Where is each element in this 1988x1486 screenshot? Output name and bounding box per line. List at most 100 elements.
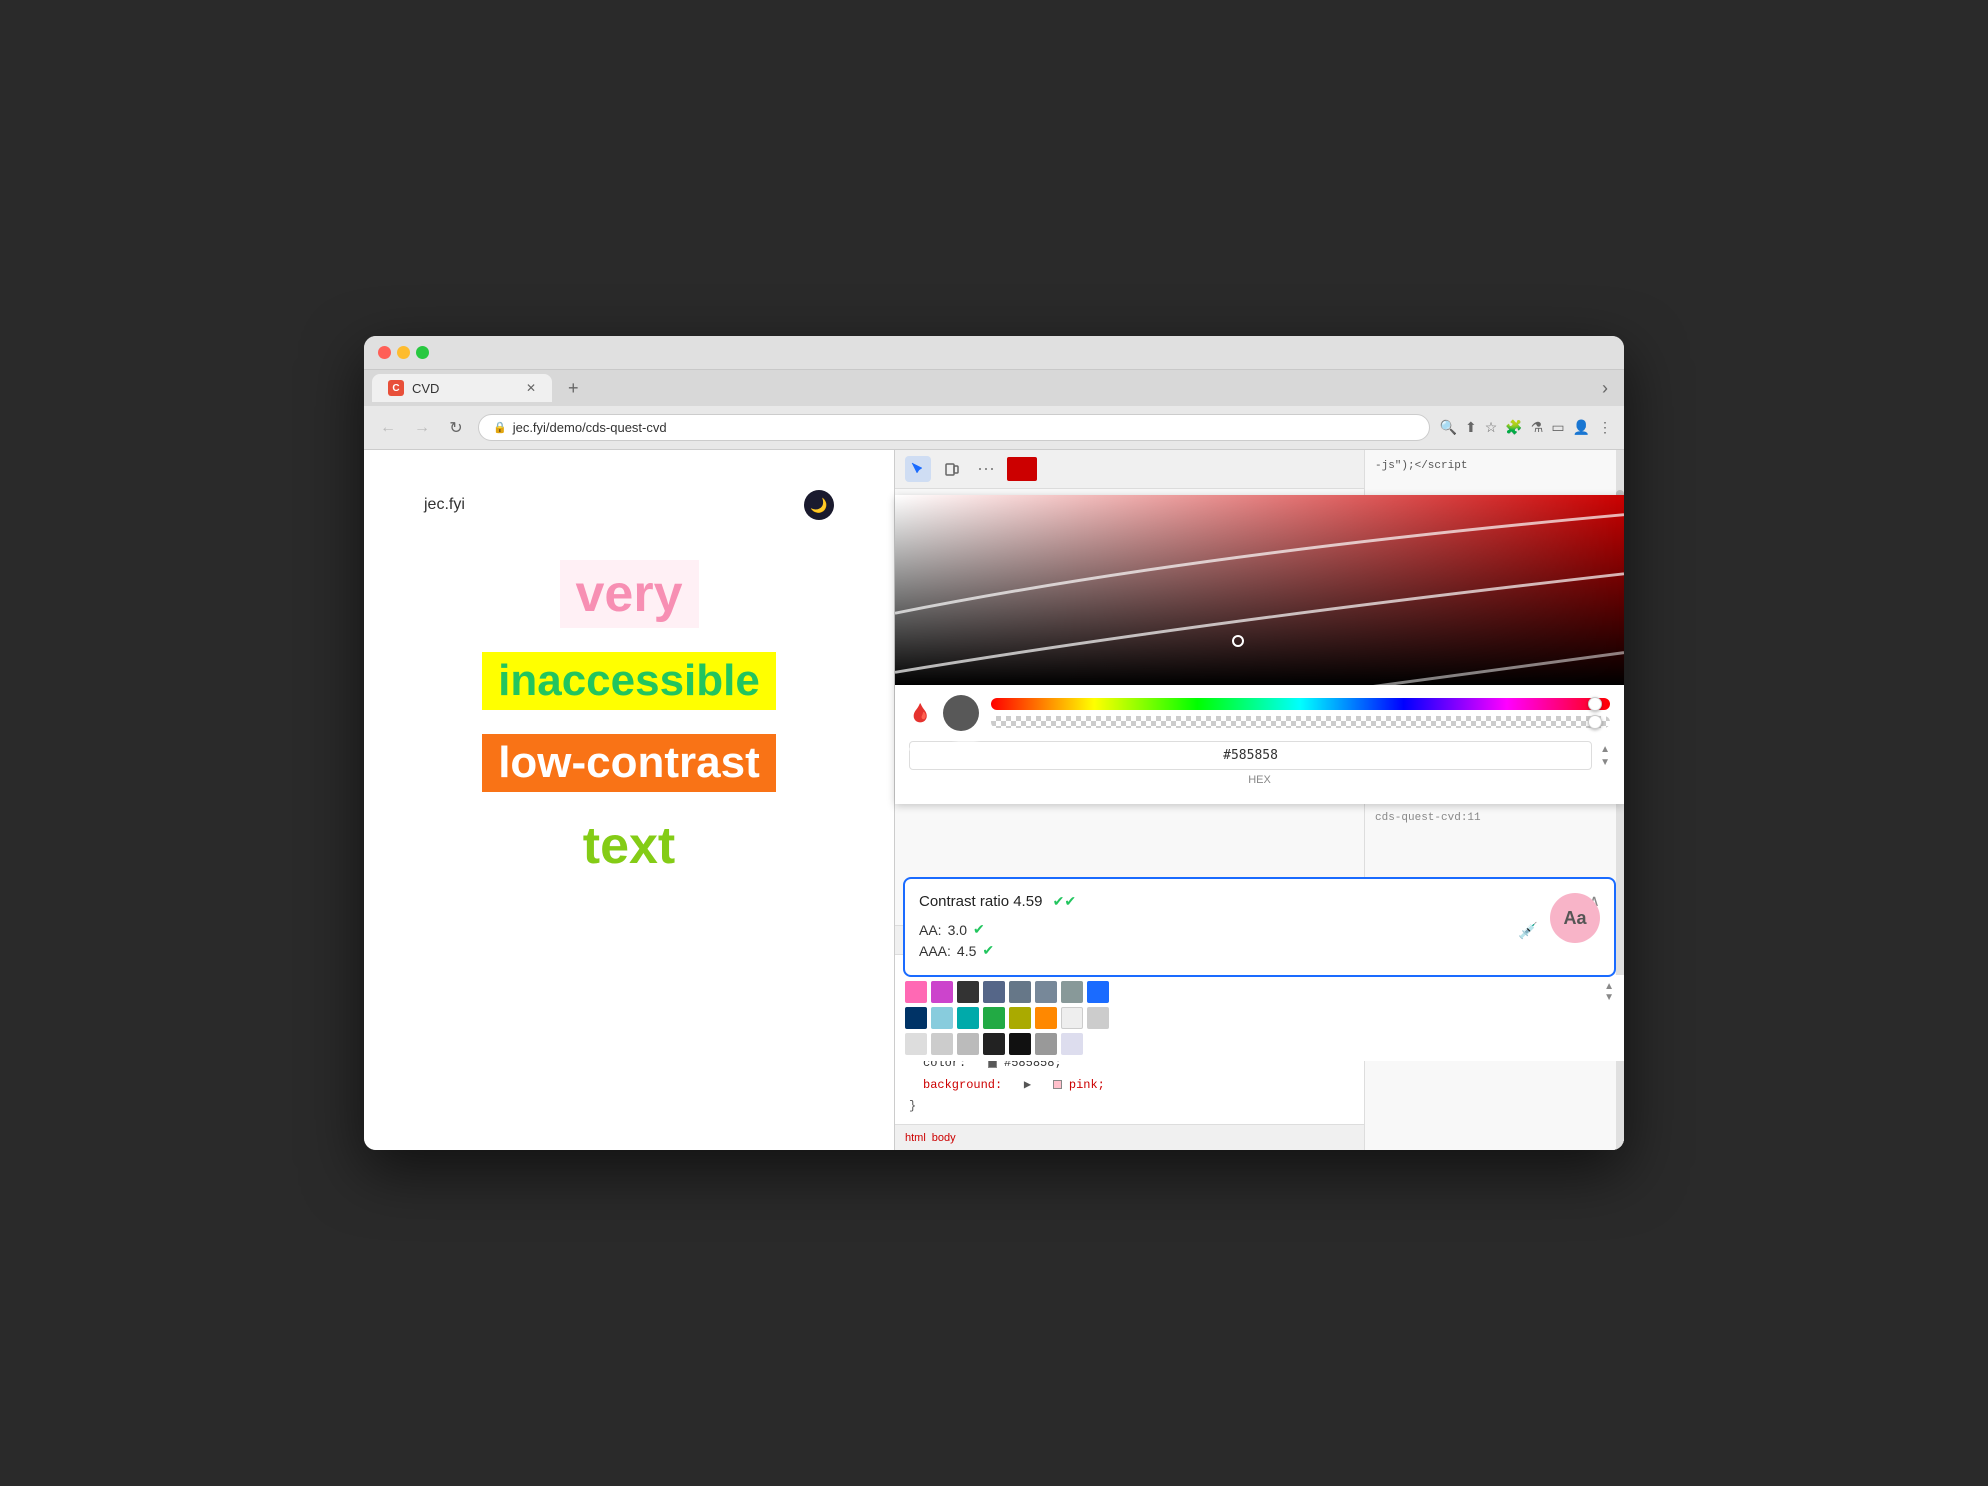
minimize-button[interactable] bbox=[397, 346, 410, 359]
swatch[interactable] bbox=[1009, 1033, 1031, 1055]
experiment-icon[interactable]: ⚗ bbox=[1531, 419, 1544, 436]
hue-thumb[interactable] bbox=[1588, 697, 1602, 711]
back-button[interactable]: ← bbox=[376, 419, 400, 437]
menu-icon[interactable]: ⋮ bbox=[1598, 419, 1612, 436]
contrast-panel: Contrast ratio 4.59 ✔✔ ∧ AA: 3.0 ✔ AAA: … bbox=[903, 877, 1616, 977]
tab-close-button[interactable]: ✕ bbox=[526, 381, 536, 395]
prop-name-background: background: bbox=[923, 1078, 1002, 1092]
reload-button[interactable]: ↻ bbox=[444, 418, 468, 438]
tab-bar: C CVD ✕ + › bbox=[364, 370, 1624, 406]
contrast-eyedropper-button[interactable]: 💉 bbox=[1518, 921, 1538, 941]
color-picker-popup: 🩸 #585858 bbox=[895, 495, 1624, 804]
devtools-panel: ⋯ ⚙ ⋮ ✕ bbox=[894, 450, 1624, 1150]
aa-value: 3.0 bbox=[948, 922, 967, 938]
alpha-slider[interactable] bbox=[991, 716, 1610, 728]
site-logo: jec.fyi bbox=[424, 496, 465, 514]
maximize-button[interactable] bbox=[416, 346, 429, 359]
swatch[interactable] bbox=[983, 981, 1005, 1003]
swatch[interactable] bbox=[905, 981, 927, 1003]
aaa-value: 4.5 bbox=[957, 943, 976, 959]
address-input[interactable]: 🔒 jec.fyi/demo/cds-quest-cvd bbox=[478, 414, 1430, 441]
color-block bbox=[1007, 457, 1037, 481]
mac-window: C CVD ✕ + › ← → ↻ 🔒 jec.fyi/demo/cds-que… bbox=[364, 336, 1624, 1150]
swatch[interactable] bbox=[931, 1033, 953, 1055]
swatch[interactable] bbox=[905, 1033, 927, 1055]
prop-value-pink: pink; bbox=[1069, 1078, 1105, 1092]
contrast-ratio-value: 4.59 bbox=[1013, 893, 1042, 910]
swatch[interactable] bbox=[1061, 1007, 1083, 1029]
gradient-curves bbox=[895, 495, 1624, 869]
swatch[interactable] bbox=[905, 1007, 927, 1029]
swatch[interactable] bbox=[957, 1033, 979, 1055]
forward-button[interactable]: → bbox=[410, 419, 434, 437]
demo-content: very inaccessible low-contrast text bbox=[424, 560, 834, 876]
close-button[interactable] bbox=[378, 346, 391, 359]
right-code-line: -js");</script bbox=[1375, 460, 1614, 472]
swatch[interactable] bbox=[1061, 981, 1083, 1003]
site-header: jec.fyi 🌙 bbox=[424, 490, 834, 520]
website-panel: jec.fyi 🌙 very inaccessible low-contrast… bbox=[364, 450, 894, 1150]
address-bar: ← → ↻ 🔒 jec.fyi/demo/cds-quest-cvd 🔍 ⬆ ☆… bbox=[364, 406, 1624, 450]
swatch[interactable] bbox=[1009, 981, 1031, 1003]
swatches-arrows[interactable]: ▲ ▼ bbox=[1604, 981, 1614, 1003]
inspector-tool-button[interactable] bbox=[905, 456, 931, 482]
breadcrumb-body-bottom[interactable]: body bbox=[932, 1132, 956, 1144]
hue-slider[interactable] bbox=[991, 698, 1610, 710]
contrast-aa-row: AA: 3.0 ✔ bbox=[919, 921, 1600, 938]
contrast-pass-marks: ✔✔ bbox=[1053, 893, 1076, 909]
swatch[interactable] bbox=[931, 981, 953, 1003]
swatches-row-3 bbox=[905, 1033, 1614, 1055]
swatch[interactable] bbox=[1087, 1007, 1109, 1029]
swatch[interactable] bbox=[1035, 1007, 1057, 1029]
title-bar bbox=[364, 336, 1624, 370]
swatch[interactable] bbox=[957, 1007, 979, 1029]
tab-favicon: C bbox=[388, 380, 404, 396]
search-icon[interactable]: 🔍 bbox=[1440, 419, 1457, 436]
swatch[interactable] bbox=[957, 981, 979, 1003]
color-gradient[interactable] bbox=[895, 495, 1624, 685]
new-tab-button[interactable]: + bbox=[560, 374, 587, 403]
contrast-sample: Aa bbox=[1550, 893, 1600, 943]
dark-mode-toggle[interactable]: 🌙 bbox=[804, 490, 834, 520]
swatch[interactable] bbox=[1087, 981, 1109, 1003]
swatch[interactable] bbox=[983, 1033, 1005, 1055]
sidebar-icon[interactable]: ▭ bbox=[1551, 419, 1564, 436]
word-text: text bbox=[583, 816, 675, 876]
lock-icon: 🔒 bbox=[493, 421, 507, 434]
pink-swatch[interactable] bbox=[1053, 1080, 1062, 1089]
profile-icon[interactable]: 👤 bbox=[1573, 419, 1590, 436]
triangle-icon[interactable]: ▶ bbox=[1024, 1078, 1031, 1092]
swatch[interactable] bbox=[1061, 1033, 1083, 1055]
more-tools-dots[interactable]: ⋯ bbox=[973, 456, 999, 482]
device-toolbar-button[interactable] bbox=[939, 456, 965, 482]
contrast-aaa-row: AAA: 4.5 ✔ bbox=[919, 942, 1600, 959]
aa-label: AA: bbox=[919, 922, 942, 938]
bookmark-icon[interactable]: ☆ bbox=[1485, 419, 1498, 436]
share-icon[interactable]: ⬆ bbox=[1465, 419, 1477, 436]
browser-tab[interactable]: C CVD ✕ bbox=[372, 374, 552, 402]
swatches-row-1: ▲ ▼ bbox=[905, 981, 1614, 1003]
alpha-thumb[interactable] bbox=[1588, 715, 1602, 729]
tab-title: CVD bbox=[412, 381, 439, 396]
word-very: very bbox=[560, 560, 699, 628]
swatch[interactable] bbox=[1035, 1033, 1057, 1055]
tab-chevron[interactable]: › bbox=[1594, 374, 1616, 403]
word-inaccessible: inaccessible bbox=[482, 652, 776, 710]
swatch[interactable] bbox=[1035, 981, 1057, 1003]
gradient-cursor[interactable] bbox=[1232, 635, 1244, 647]
aaa-label: AAA: bbox=[919, 943, 951, 959]
aa-check: ✔ bbox=[973, 921, 985, 938]
traffic-lights bbox=[378, 346, 429, 359]
swatch[interactable] bbox=[931, 1007, 953, 1029]
swatches-panel: ▲ ▼ bbox=[895, 975, 1624, 1061]
breadcrumb-html-bottom[interactable]: html bbox=[905, 1132, 926, 1144]
url-text: jec.fyi/demo/cds-quest-cvd bbox=[513, 420, 1415, 435]
contrast-ratio-label: Contrast ratio 4.59 ✔✔ bbox=[919, 893, 1076, 910]
browser-content: jec.fyi 🌙 very inaccessible low-contrast… bbox=[364, 450, 1624, 1150]
aaa-check: ✔ bbox=[982, 942, 994, 959]
extension-icon[interactable]: 🧩 bbox=[1505, 419, 1522, 436]
word-lowcontrast: low-contrast bbox=[482, 734, 776, 792]
swatches-row-2 bbox=[905, 1007, 1614, 1029]
swatch[interactable] bbox=[983, 1007, 1005, 1029]
swatch[interactable] bbox=[1009, 1007, 1031, 1029]
